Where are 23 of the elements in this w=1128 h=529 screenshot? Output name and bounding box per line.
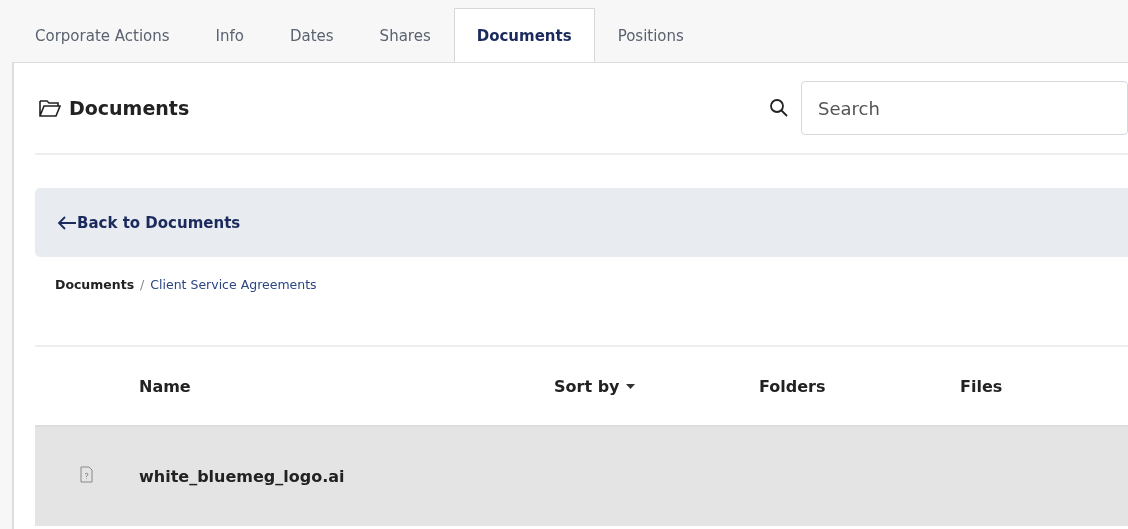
breadcrumb-item[interactable]: Documents: [55, 276, 135, 292]
caret-icon: [625, 383, 635, 389]
tab[interactable]: Positions: [594, 8, 707, 62]
column-header[interactable]: Sort by: [554, 376, 620, 396]
panel-title: Documents: [69, 97, 190, 119]
left-arrow-icon: [57, 214, 77, 231]
breadcrumb-separator: /: [140, 276, 145, 292]
column-header: Folders: [759, 376, 826, 396]
tab[interactable]: Info: [192, 8, 267, 62]
folder-icon: [39, 99, 61, 117]
column-header: Files: [960, 376, 1003, 396]
breadcrumb-item[interactable]: Client Service Agreements: [150, 276, 317, 292]
tab[interactable]: Documents: [453, 8, 595, 62]
search-field[interactable]: Search: [801, 81, 1128, 135]
file-icon: [80, 466, 93, 483]
file-name: white_bluemeg_logo.ai: [139, 467, 346, 486]
search-icon: [769, 98, 789, 118]
tab[interactable]: Shares: [356, 8, 454, 62]
column-header: Name: [139, 376, 191, 396]
tab[interactable]: Dates: [266, 8, 357, 62]
tab[interactable]: Corporate Actions: [12, 8, 193, 62]
file-row[interactable]: white_bluemeg_logo.ai: [35, 425, 1128, 526]
back-link[interactable]: Back to Documents: [57, 213, 241, 232]
